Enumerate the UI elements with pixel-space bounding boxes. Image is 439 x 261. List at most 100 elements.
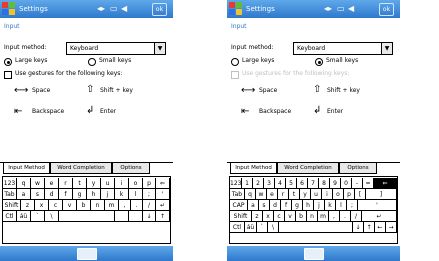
key-k[interactable]: k [325, 200, 336, 211]
key-z[interactable]: z [21, 200, 35, 211]
key-backspace[interactable]: ⇐ [374, 178, 397, 189]
key-space[interactable] [279, 222, 353, 233]
small-keys-radio[interactable] [315, 58, 323, 66]
key-o[interactable]: o [129, 178, 143, 189]
key-arrow[interactable] [115, 211, 129, 222]
large-keys-radio[interactable] [231, 58, 239, 66]
tab-input-method[interactable]: Input Method [230, 163, 277, 174]
chevron-down-icon[interactable]: ▼ [381, 43, 392, 54]
key-space[interactable] [59, 211, 115, 222]
key-t[interactable]: t [289, 189, 300, 200]
key-r[interactable]: r [278, 189, 289, 200]
key-enter[interactable]: ↵ [156, 200, 170, 211]
key-period[interactable]: . [131, 200, 143, 211]
key-ctl[interactable]: Ctl [230, 222, 245, 233]
key-c[interactable]: c [274, 211, 285, 222]
keyboard-icon[interactable] [77, 248, 97, 260]
key-comma[interactable]: , [119, 200, 131, 211]
key-slash[interactable]: / [143, 200, 156, 211]
tab-options[interactable]: Options [339, 163, 377, 174]
key-c[interactable]: c [49, 200, 63, 211]
key-q[interactable]: q [17, 178, 31, 189]
key-0[interactable]: 0 [341, 178, 352, 189]
key-backtick[interactable]: ` [257, 222, 268, 233]
key-i[interactable]: i [322, 189, 333, 200]
key-s[interactable]: s [31, 189, 45, 200]
key-j[interactable]: j [101, 189, 115, 200]
key-arrow[interactable]: ↑ [156, 211, 170, 222]
key-w[interactable]: w [256, 189, 267, 200]
key-123[interactable]: 123 [230, 178, 242, 189]
key-123[interactable]: 123 [3, 178, 17, 189]
key-t[interactable]: t [73, 178, 87, 189]
signal-icon[interactable]: ◂▸ [97, 3, 105, 15]
key-period[interactable]: . [340, 211, 351, 222]
key-w[interactable]: w [31, 178, 45, 189]
small-keys-radio[interactable] [88, 58, 96, 66]
chevron-down-icon[interactable]: ▼ [154, 43, 165, 54]
key-tab[interactable]: Tab [3, 189, 17, 200]
key-n[interactable]: n [91, 200, 105, 211]
key-caps[interactable]: CAP [230, 200, 248, 211]
key-r[interactable]: r [59, 178, 73, 189]
windows-start-icon[interactable] [2, 2, 15, 15]
key-tab[interactable]: Tab [230, 189, 245, 200]
key-9[interactable]: 9 [330, 178, 341, 189]
volume-icon[interactable]: ◀ [121, 3, 127, 15]
key-quote[interactable]: ' [358, 200, 397, 211]
key-3[interactable]: 3 [264, 178, 275, 189]
key-m[interactable]: m [318, 211, 329, 222]
key-4[interactable]: 4 [275, 178, 286, 189]
key-semicolon[interactable]: ; [347, 200, 358, 211]
key-arrow[interactable]: ↓ [353, 222, 364, 233]
key-x[interactable]: x [263, 211, 274, 222]
key-accents[interactable]: áü [245, 222, 257, 233]
key-comma[interactable]: , [329, 211, 340, 222]
key-f[interactable]: f [59, 189, 73, 200]
key-2[interactable]: 2 [253, 178, 264, 189]
key-a[interactable]: a [17, 189, 31, 200]
key-f[interactable]: f [281, 200, 292, 211]
volume-icon[interactable]: ◀ [348, 3, 354, 15]
key-arrow[interactable]: ↑ [364, 222, 375, 233]
tab-input-method[interactable]: Input Method [3, 163, 50, 174]
battery-icon[interactable]: ▭ [110, 3, 118, 15]
key-g[interactable]: g [292, 200, 303, 211]
key-quote[interactable]: ' [156, 189, 170, 200]
key-6[interactable]: 6 [297, 178, 308, 189]
key-backslash[interactable]: \ [268, 222, 279, 233]
key-shift[interactable]: Shift [3, 200, 21, 211]
key-ctl[interactable]: Ctl [3, 211, 17, 222]
key-8[interactable]: 8 [319, 178, 330, 189]
key-semicolon[interactable]: ; [143, 189, 156, 200]
key-v[interactable]: v [63, 200, 77, 211]
key-y[interactable]: y [87, 178, 101, 189]
key-b[interactable]: b [77, 200, 91, 211]
key-h[interactable]: h [87, 189, 101, 200]
key-a[interactable]: a [248, 200, 259, 211]
key-p[interactable]: p [344, 189, 355, 200]
key-u[interactable]: u [311, 189, 322, 200]
tab-options[interactable]: Options [112, 163, 150, 174]
key-backtick[interactable]: ` [31, 211, 45, 222]
windows-start-icon[interactable] [229, 2, 242, 15]
key-b[interactable]: b [296, 211, 307, 222]
key-accents[interactable]: áü [17, 211, 31, 222]
tab-word-completion[interactable]: Word Completion [277, 163, 339, 174]
key-shift[interactable]: Shift [230, 211, 252, 222]
key-e[interactable]: e [45, 178, 59, 189]
key-arrow[interactable]: → [386, 222, 397, 233]
key-equals[interactable]: = [363, 178, 374, 189]
key-7[interactable]: 7 [308, 178, 319, 189]
key-v[interactable]: v [285, 211, 296, 222]
use-gestures-checkbox[interactable] [231, 71, 239, 79]
input-method-select[interactable]: Keyboard ▼ [66, 42, 166, 55]
key-l[interactable]: l [129, 189, 143, 200]
large-keys-radio[interactable] [4, 58, 12, 66]
keyboard-icon[interactable] [304, 248, 324, 260]
tab-word-completion[interactable]: Word Completion [50, 163, 112, 174]
key-p[interactable]: p [143, 178, 156, 189]
key-arrow[interactable]: ↓ [143, 211, 156, 222]
battery-icon[interactable]: ▭ [337, 3, 345, 15]
key-bracket-left[interactable]: [ [355, 189, 366, 200]
